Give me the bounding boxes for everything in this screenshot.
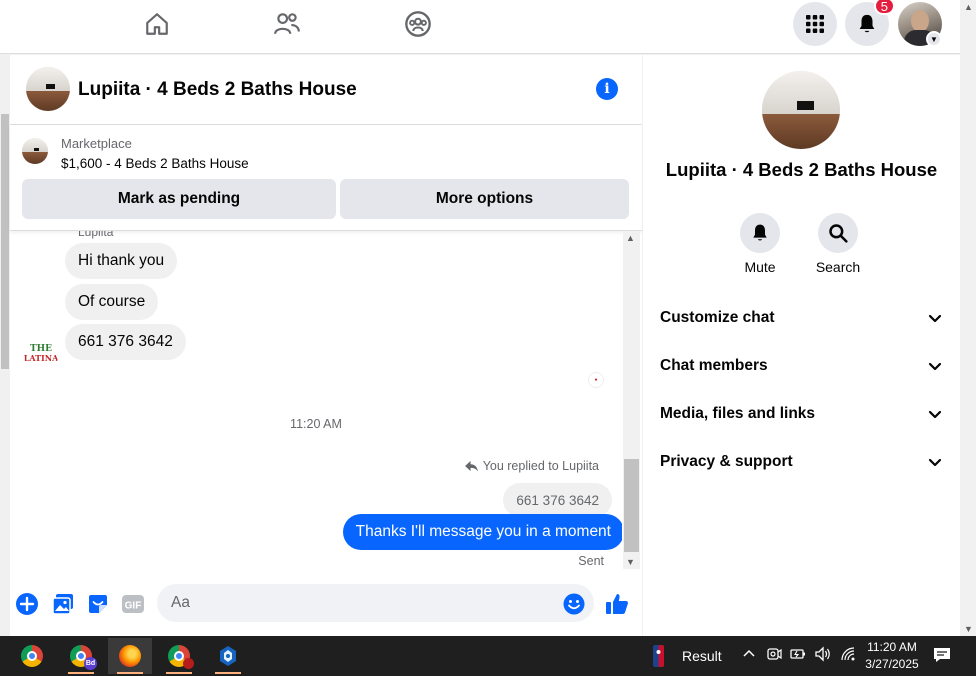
messages-scrollbar[interactable]: ▲ ▼ xyxy=(623,231,640,569)
chevron-down-icon xyxy=(928,314,942,322)
chat-title[interactable]: Lupiita · 4 Beds 2 Baths House xyxy=(78,79,357,101)
scroll-down-arrow-icon[interactable]: ▼ xyxy=(626,557,635,567)
conversation-info-pane: Lupiita · 4 Beds 2 Baths House Mute Sear… xyxy=(643,55,960,636)
read-receipt-avatar: ● xyxy=(588,372,604,388)
chat-header: Lupiita · 4 Beds 2 Baths House i xyxy=(10,55,642,125)
search-label: Search xyxy=(815,259,861,275)
windows-taskbar: Bd Result 11:20 AM 3/27/2025 xyxy=(0,636,976,676)
media-files-links-row[interactable]: Media, files and links xyxy=(660,399,942,429)
incoming-message[interactable]: 661 376 3642 xyxy=(65,324,186,360)
message-status: Sent xyxy=(578,554,604,568)
message-input[interactable] xyxy=(157,584,594,622)
chat-members-row[interactable]: Chat members xyxy=(660,351,942,381)
grid-icon xyxy=(806,15,824,33)
photo-icon[interactable] xyxy=(51,592,75,616)
message-timestamp: 11:20 AM xyxy=(290,417,342,431)
quoted-message[interactable]: 661 376 3642 xyxy=(503,483,612,517)
gif-icon[interactable]: GIF xyxy=(120,592,146,616)
customize-chat-row[interactable]: Customize chat xyxy=(660,303,942,333)
chevron-up-icon[interactable] xyxy=(742,646,756,663)
bell-icon xyxy=(859,14,875,33)
conversation-image[interactable] xyxy=(762,71,840,149)
notification-count-badge: 5 xyxy=(873,0,895,15)
privacy-support-row[interactable]: Privacy & support xyxy=(660,447,942,477)
wifi-icon[interactable] xyxy=(840,646,856,665)
sticker-icon[interactable] xyxy=(86,592,110,616)
listing-title[interactable]: $1,600 - 4 Beds 2 Baths House xyxy=(61,156,249,171)
reply-arrow-icon xyxy=(464,460,478,472)
incoming-message[interactable]: Of course xyxy=(65,284,159,320)
plus-icon[interactable] xyxy=(15,592,39,616)
emoji-icon[interactable] xyxy=(562,592,586,616)
page-scrollbar-left[interactable] xyxy=(0,54,10,636)
profile-badge: Bd xyxy=(84,657,97,670)
app-icon[interactable] xyxy=(206,638,250,674)
outgoing-message[interactable]: Thanks I'll message you in a moment xyxy=(342,514,622,550)
chrome-profile-icon[interactable] xyxy=(157,638,201,674)
conversation-title: Lupiita · 4 Beds 2 Baths House xyxy=(665,159,938,180)
notification-center-icon[interactable] xyxy=(933,646,951,667)
clock-time: 11:20 AM xyxy=(867,640,917,654)
chevron-down-icon xyxy=(928,458,942,466)
listing-thumbnail[interactable] xyxy=(26,67,70,111)
volume-icon[interactable] xyxy=(814,646,832,665)
groups-icon[interactable] xyxy=(400,8,436,40)
top-navigation-bar: 5 ▼ xyxy=(0,0,960,54)
profile-avatar-icon xyxy=(183,658,194,669)
thumbs-up-icon[interactable] xyxy=(605,592,629,616)
scroll-up-arrow-icon[interactable]: ▲ xyxy=(964,2,973,12)
chrome-profile-icon[interactable]: Bd xyxy=(59,638,103,674)
chat-panel: Lupiita · 4 Beds 2 Baths House i Marketp… xyxy=(10,55,642,636)
firefox-icon[interactable] xyxy=(108,638,152,674)
battery-icon[interactable] xyxy=(790,646,806,665)
info-icon[interactable]: i xyxy=(596,78,618,100)
search-icon xyxy=(829,224,848,243)
friends-icon[interactable] xyxy=(269,8,305,40)
notifications-button[interactable]: 5 xyxy=(845,0,895,46)
marketplace-listing-card: Marketplace $1,600 - 4 Beds 2 Baths Hous… xyxy=(10,125,642,231)
scroll-up-arrow-icon[interactable]: ▲ xyxy=(626,233,635,243)
taskbar-result-label[interactable]: Result xyxy=(682,648,722,664)
nba-icon[interactable] xyxy=(653,645,664,670)
sender-avatar[interactable]: THE LATINA xyxy=(23,335,59,371)
chevron-down-icon xyxy=(928,410,942,418)
chevron-down-icon xyxy=(928,362,942,370)
mark-as-pending-button[interactable]: Mark as pending xyxy=(22,179,336,219)
search-button[interactable]: Search xyxy=(808,213,868,275)
chrome-icon[interactable] xyxy=(10,638,54,674)
system-clock[interactable]: 11:20 AM 3/27/2025 xyxy=(862,639,922,673)
mute-label: Mute xyxy=(744,259,776,275)
message-list: Lupiita Hi thank you Of course 661 376 3… xyxy=(10,231,622,569)
menu-grid-button[interactable] xyxy=(793,2,837,46)
home-icon[interactable] xyxy=(139,8,175,40)
listing-small-thumbnail[interactable] xyxy=(22,138,48,164)
camera-icon[interactable] xyxy=(766,646,782,665)
clock-date: 3/27/2025 xyxy=(865,657,919,671)
scroll-down-arrow-icon[interactable]: ▼ xyxy=(964,624,973,634)
listing-source: Marketplace xyxy=(61,136,132,151)
chevron-down-icon[interactable]: ▼ xyxy=(926,31,942,47)
mute-button[interactable]: Mute xyxy=(730,213,790,275)
page-scrollbar-right[interactable]: ▲ ▼ xyxy=(960,0,976,636)
bell-icon xyxy=(753,224,767,241)
message-composer: GIF xyxy=(10,575,642,636)
sender-name: Lupiita xyxy=(78,231,114,239)
incoming-message[interactable]: Hi thank you xyxy=(65,243,178,279)
more-options-button[interactable]: More options xyxy=(340,179,629,219)
svg-text:GIF: GIF xyxy=(125,601,142,612)
reply-indicator: You replied to Lupiita xyxy=(464,459,599,473)
